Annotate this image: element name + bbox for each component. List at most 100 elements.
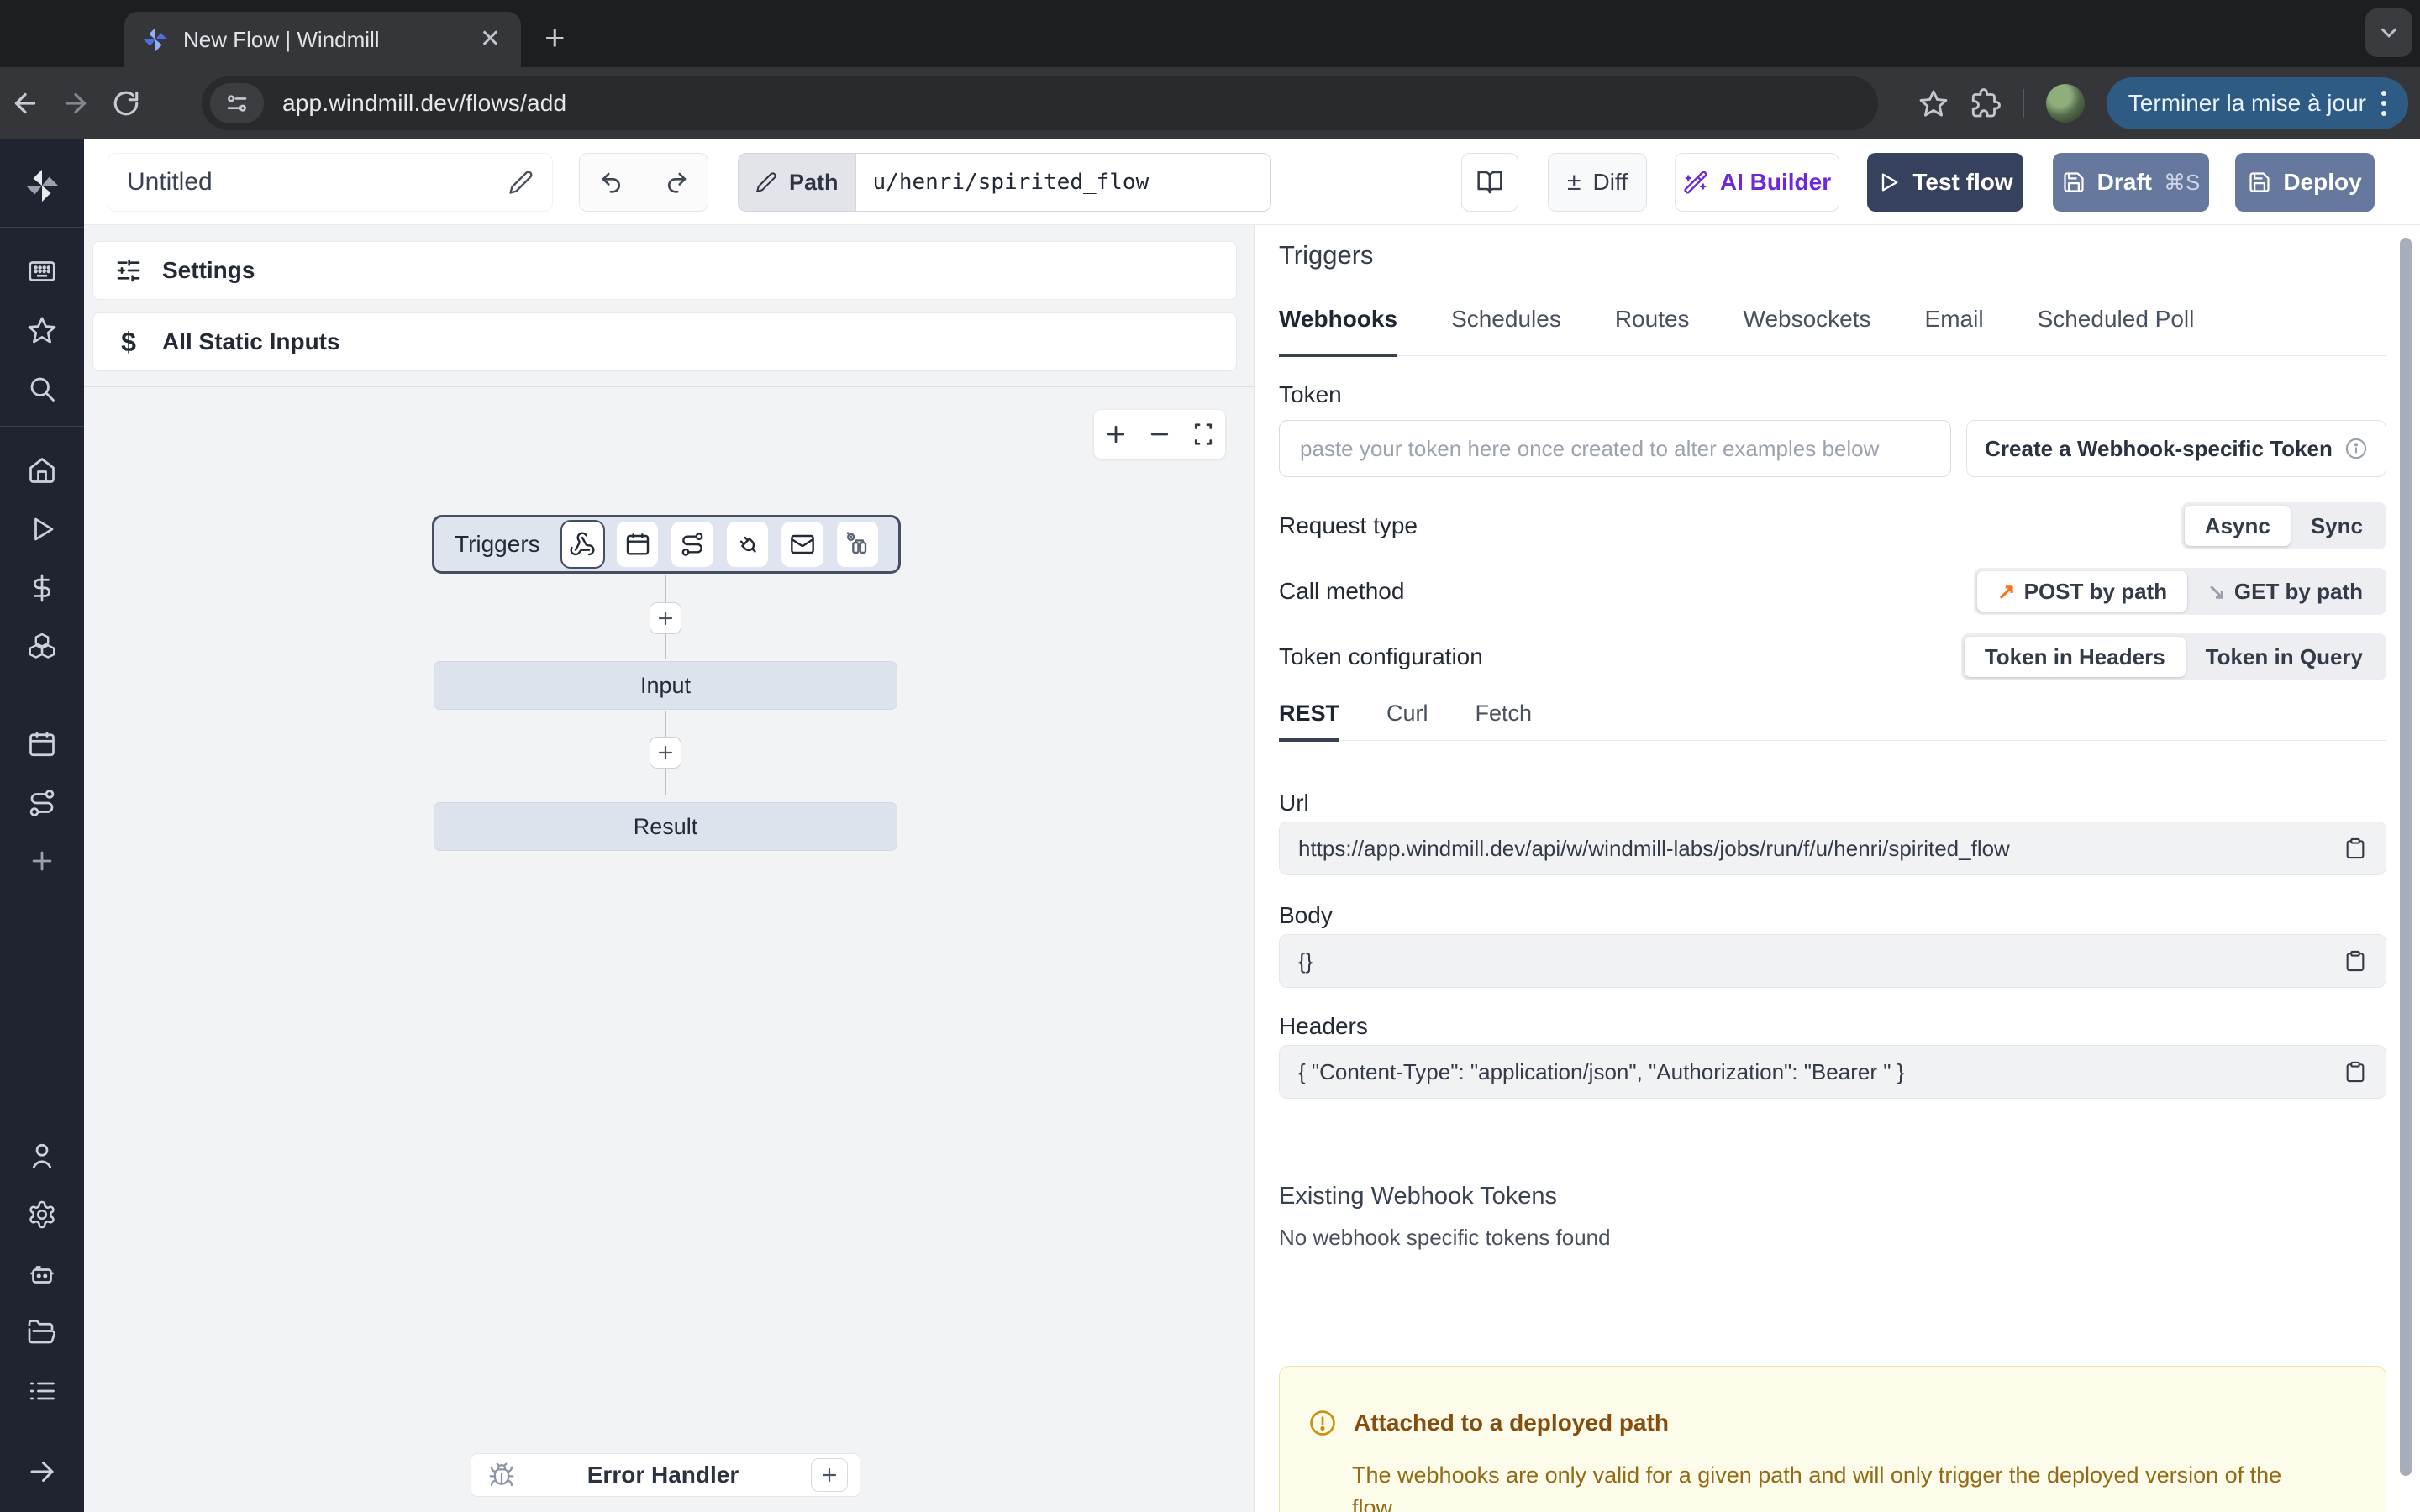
save-draft-button[interactable]: Draft ⌘S: [2053, 153, 2209, 212]
body-label: Body: [1279, 902, 1333, 929]
post-by-path-option[interactable]: ↗ POST by path: [1977, 571, 2187, 612]
tab-routes[interactable]: Routes: [1615, 306, 1690, 355]
browser-tab[interactable]: New Flow | Windmill ✕: [124, 12, 521, 67]
scheduled-poll-trigger-icon[interactable]: [837, 522, 878, 567]
sync-option[interactable]: Sync: [2291, 506, 2383, 546]
search-icon[interactable]: [27, 374, 57, 404]
address-bar[interactable]: app.windmill.dev/flows/add: [202, 76, 1878, 130]
tab-scheduled-poll[interactable]: Scheduled Poll: [2038, 306, 2195, 355]
flow-graph[interactable]: Triggers: [84, 386, 1254, 1512]
error-handler-node[interactable]: Error Handler: [471, 1453, 860, 1497]
forward-button[interactable]: [50, 88, 101, 118]
test-flow-button[interactable]: Test flow: [1867, 153, 2023, 212]
arrow-up-right-icon: ↗: [1997, 579, 2016, 605]
zoom-in-icon[interactable]: [1103, 422, 1128, 447]
websocket-trigger-icon[interactable]: [727, 522, 768, 567]
workspace-switcher-icon[interactable]: [27, 256, 57, 286]
docs-button[interactable]: [1461, 153, 1518, 212]
input-node-label: Input: [640, 673, 691, 699]
arrow-down-right-icon: ↘: [2207, 579, 2226, 605]
settings-gear-icon[interactable]: [27, 1200, 57, 1230]
token-in-query-option[interactable]: Token in Query: [2186, 637, 2383, 677]
copy-icon[interactable]: [2344, 837, 2367, 860]
async-option[interactable]: Async: [2185, 506, 2291, 546]
redo-button[interactable]: [644, 154, 708, 211]
triggers-node[interactable]: Triggers: [432, 515, 901, 574]
all-static-inputs-card[interactable]: $ All Static Inputs: [92, 312, 1237, 371]
bookmark-star-icon[interactable]: [1918, 88, 1949, 118]
chrome-menu-icon[interactable]: [2381, 91, 2386, 116]
email-trigger-icon[interactable]: [781, 522, 823, 567]
route-trigger-icon[interactable]: [671, 522, 713, 567]
tab-search-chevron-icon[interactable]: [2365, 8, 2412, 57]
add-step-button[interactable]: [650, 737, 681, 769]
tab-rest[interactable]: REST: [1279, 701, 1339, 740]
copy-icon[interactable]: [2344, 1060, 2367, 1084]
diff-label: Diff: [1592, 169, 1628, 196]
path-value: u/henri/spirited_flow: [873, 170, 1150, 195]
token-input[interactable]: [1279, 420, 1951, 477]
workers-robot-icon[interactable]: [27, 1258, 57, 1289]
add-step-button[interactable]: [650, 602, 681, 634]
profile-avatar[interactable]: [2046, 84, 2085, 123]
chrome-update-button[interactable]: Terminer la mise à jour: [2107, 77, 2408, 129]
get-by-path-option[interactable]: ↘ GET by path: [2187, 571, 2383, 612]
token-config-row: Token configuration Token in Headers Tok…: [1279, 633, 2386, 680]
home-icon[interactable]: [27, 455, 57, 486]
path-chip[interactable]: Path: [738, 153, 855, 212]
deploy-button[interactable]: Deploy: [2235, 153, 2375, 212]
variables-icon[interactable]: [27, 573, 57, 603]
add-menu-icon[interactable]: [28, 847, 56, 875]
tab-webhooks[interactable]: Webhooks: [1279, 306, 1397, 355]
back-button[interactable]: [0, 88, 50, 118]
users-icon[interactable]: [27, 1141, 57, 1171]
logs-list-icon[interactable]: [27, 1376, 57, 1406]
runs-icon[interactable]: [27, 514, 57, 544]
headers-value: { "Content-Type": "application/json", "A…: [1298, 1059, 2344, 1085]
new-tab-button[interactable]: +: [544, 20, 566, 55]
extensions-puzzle-icon[interactable]: [1970, 88, 2001, 118]
result-node[interactable]: Result: [434, 802, 897, 851]
tab-email[interactable]: Email: [1925, 306, 1984, 355]
webhook-trigger-icon[interactable]: [562, 522, 603, 567]
folders-icon[interactable]: [27, 1317, 57, 1347]
panel-scrollbar[interactable]: [2400, 238, 2412, 1476]
path-value-input[interactable]: u/henri/spirited_flow: [855, 153, 1271, 212]
token-in-headers-option[interactable]: Token in Headers: [1965, 637, 2186, 677]
routes-icon[interactable]: [27, 788, 57, 818]
schedule-trigger-icon[interactable]: [617, 522, 658, 567]
ai-builder-button[interactable]: AI Builder: [1675, 153, 1839, 212]
input-node[interactable]: Input: [434, 661, 897, 710]
add-error-handler-button[interactable]: [811, 1458, 848, 1492]
sliders-icon: [113, 257, 144, 284]
save-icon: [2248, 171, 2271, 194]
zoom-out-icon[interactable]: [1147, 422, 1172, 447]
warning-body: The webhooks are only valid for a given …: [1352, 1459, 2318, 1512]
diff-button[interactable]: ± Diff: [1548, 153, 1647, 212]
url-value: https://app.windmill.dev/api/w/windmill-…: [1298, 836, 2344, 862]
tab-websockets[interactable]: Websockets: [1744, 306, 1871, 355]
tab-schedules[interactable]: Schedules: [1451, 306, 1561, 355]
headers-field[interactable]: { "Content-Type": "application/json", "A…: [1279, 1045, 2386, 1099]
windmill-logo[interactable]: [23, 166, 61, 205]
edit-pencil-icon: [755, 171, 777, 193]
tab-curl[interactable]: Curl: [1386, 701, 1428, 740]
create-webhook-token-button[interactable]: Create a Webhook-specific Token: [1966, 420, 2386, 477]
url-field[interactable]: https://app.windmill.dev/api/w/windmill-…: [1279, 822, 2386, 875]
undo-button[interactable]: [580, 154, 644, 211]
favorites-star-icon[interactable]: [27, 315, 57, 345]
url-text: app.windmill.dev/flows/add: [282, 90, 566, 117]
tab-fetch[interactable]: Fetch: [1476, 701, 1533, 740]
schedules-icon[interactable]: [27, 729, 57, 759]
copy-icon[interactable]: [2344, 949, 2367, 973]
flow-name-field[interactable]: Untitled: [108, 153, 553, 212]
reload-button[interactable]: [101, 89, 151, 118]
tab-close-icon[interactable]: ✕: [476, 24, 504, 55]
settings-card[interactable]: Settings: [92, 241, 1237, 300]
undo-redo-group: [579, 153, 708, 212]
site-settings-icon[interactable]: [210, 83, 264, 123]
fit-view-icon[interactable]: [1191, 422, 1216, 447]
body-field[interactable]: {}: [1279, 934, 2386, 988]
resources-icon[interactable]: [27, 632, 57, 662]
expand-sidebar-arrow-icon[interactable]: [27, 1457, 57, 1487]
